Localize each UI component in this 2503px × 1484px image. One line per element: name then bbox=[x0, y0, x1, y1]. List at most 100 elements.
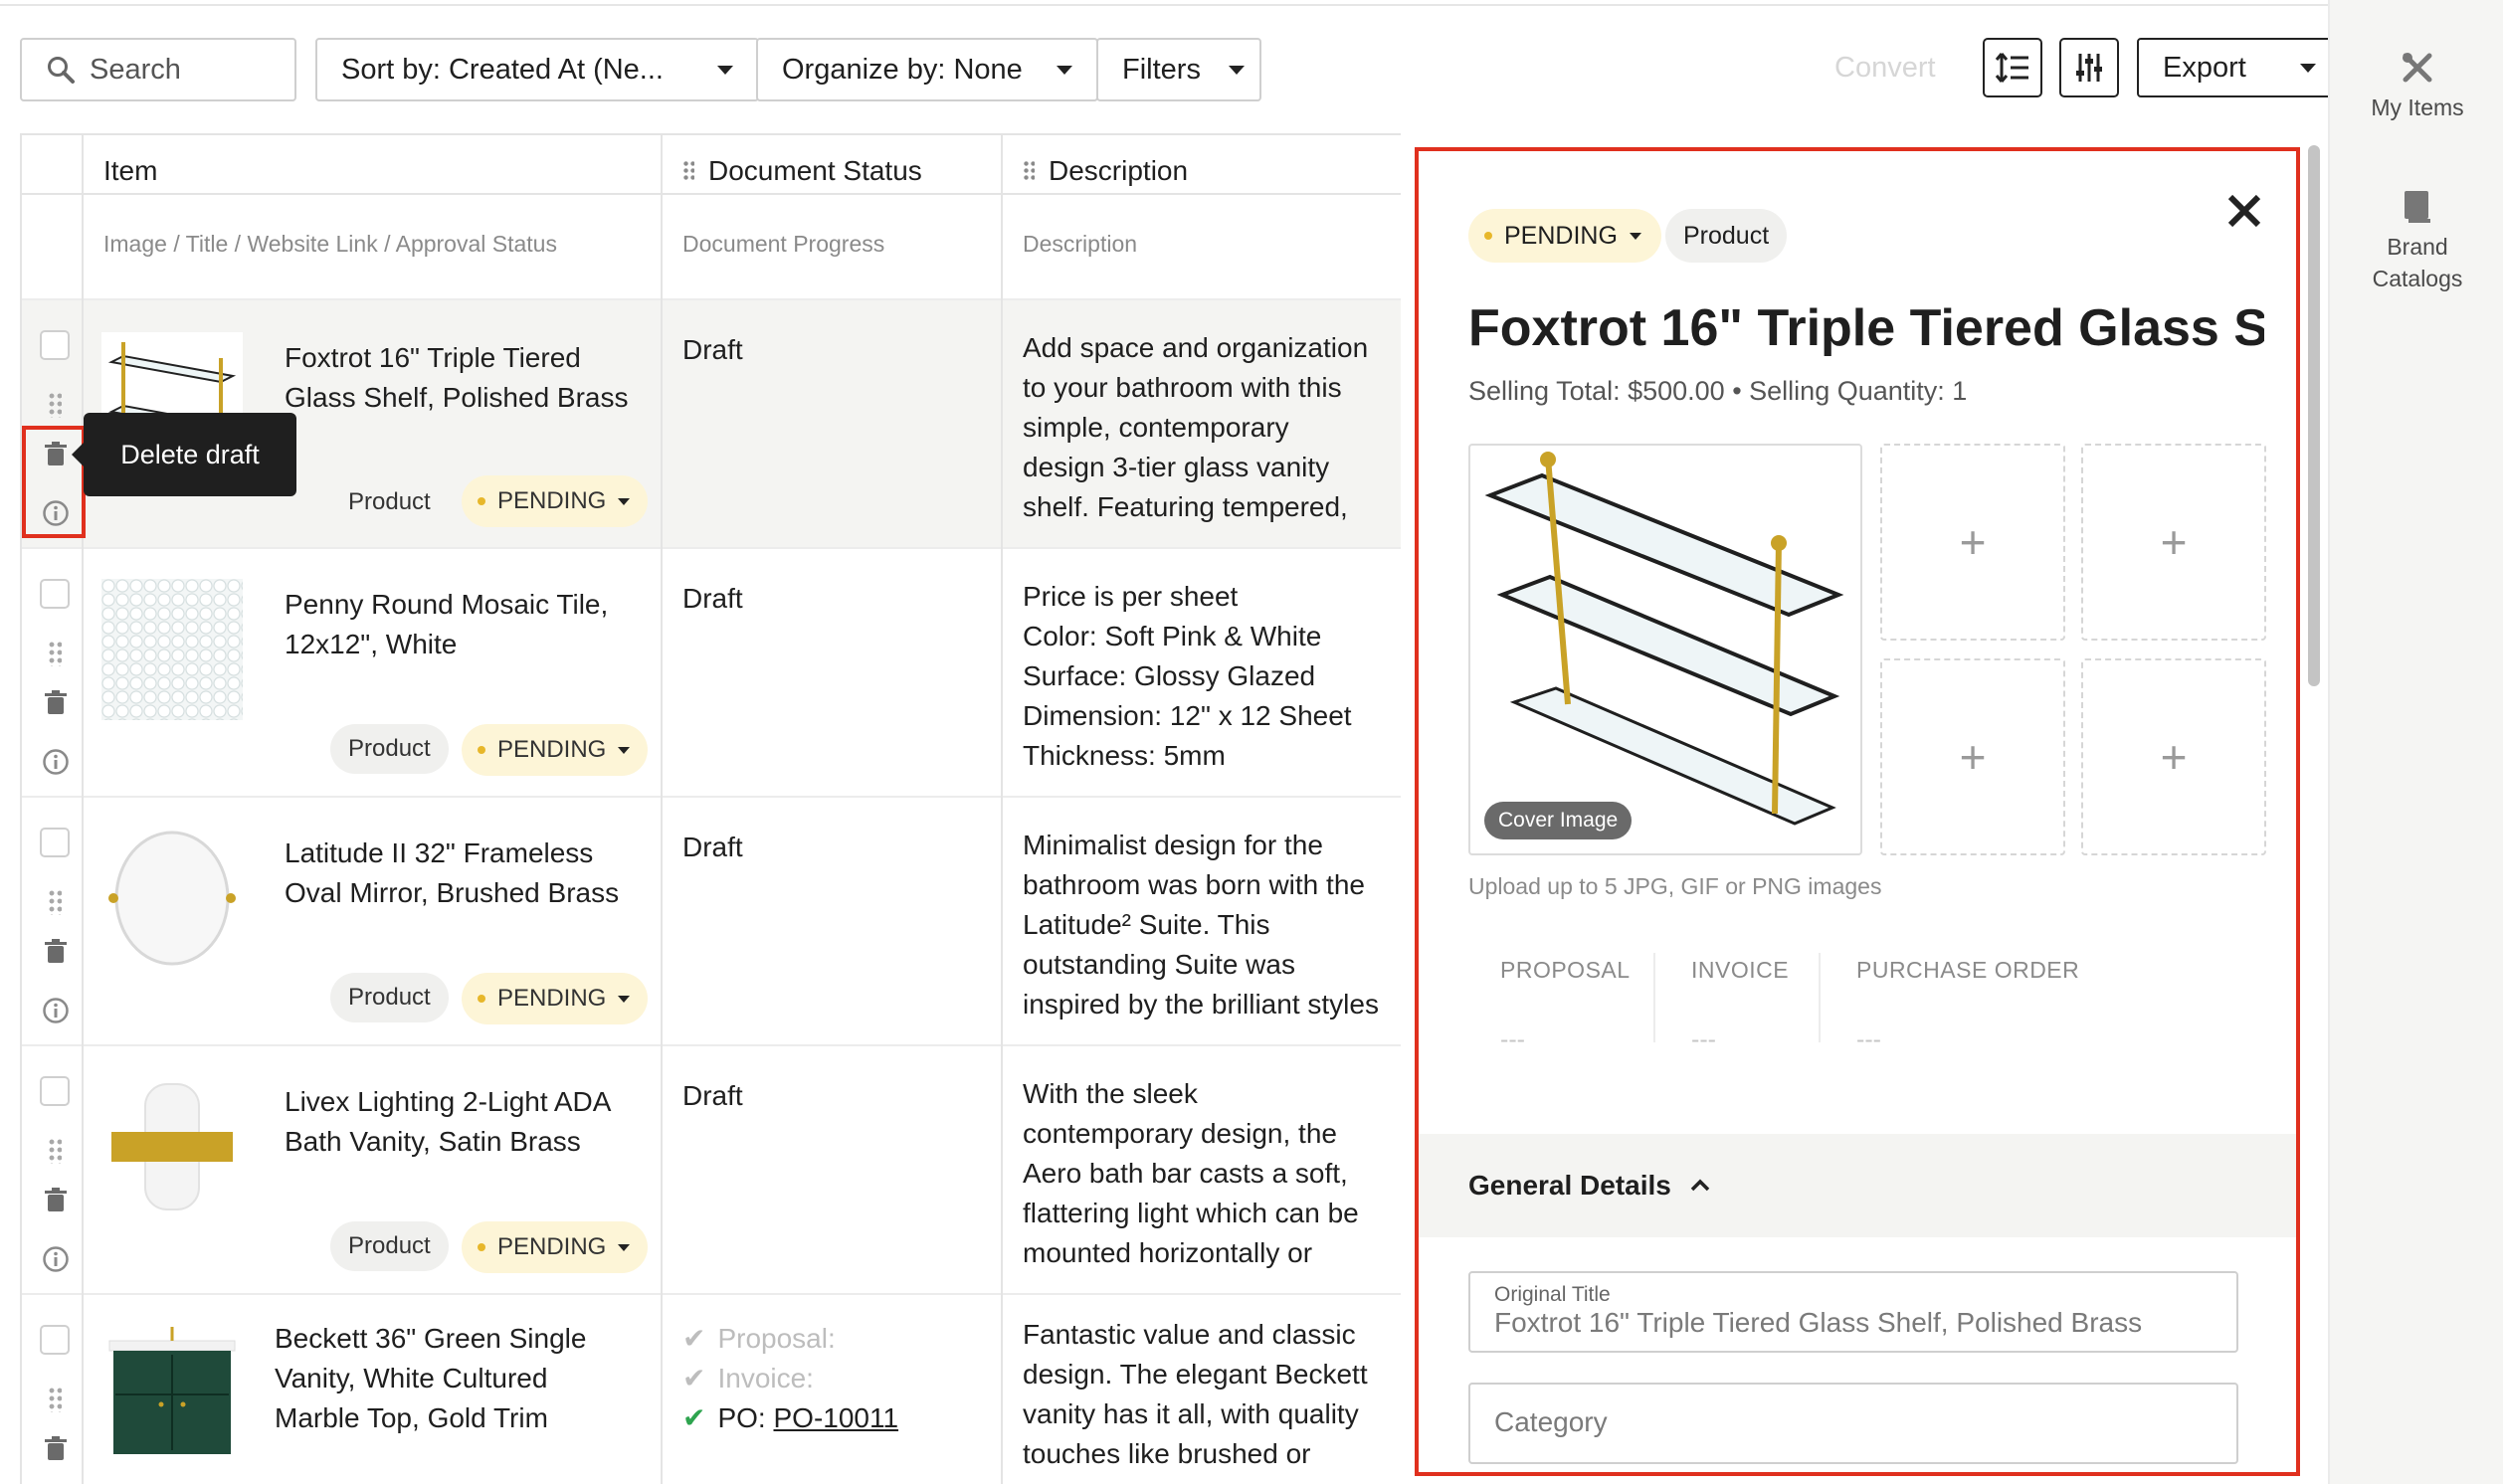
sort-dropdown[interactable]: Sort by: Created At (Ne... bbox=[315, 38, 759, 101]
status-label: PENDING bbox=[497, 487, 607, 514]
item-title[interactable]: Livex Lighting 2-Light ADA Bath Vanity, … bbox=[285, 1082, 643, 1162]
original-title-label: Original Title bbox=[1494, 1283, 1611, 1306]
item-thumbnail[interactable] bbox=[101, 828, 243, 969]
trash-icon[interactable] bbox=[42, 1186, 70, 1213]
plus-icon: + bbox=[2160, 516, 2188, 568]
header-item[interactable]: Item bbox=[103, 155, 157, 187]
item-thumbnail[interactable] bbox=[101, 1325, 243, 1466]
panel-type-badge: Product bbox=[1665, 209, 1788, 263]
progress-po-label: PO: bbox=[717, 1402, 766, 1433]
progress-invoice: ✔ Invoice: bbox=[682, 1359, 898, 1398]
drag-handle-icon[interactable] bbox=[1023, 160, 1035, 182]
search-placeholder: Search bbox=[90, 53, 181, 86]
document-status: Draft bbox=[682, 583, 743, 614]
row-checkbox[interactable] bbox=[40, 1325, 70, 1355]
add-image-slot[interactable]: + bbox=[1880, 444, 2065, 641]
category-placeholder: Category bbox=[1494, 1406, 1608, 1437]
row-checkbox[interactable] bbox=[40, 579, 70, 609]
item-title[interactable]: Penny Round Mosaic Tile, 12x12", White bbox=[285, 585, 643, 664]
header-description[interactable]: Description bbox=[1023, 155, 1188, 187]
column-divider bbox=[82, 133, 84, 1484]
item-title[interactable]: Foxtrot 16" Triple Tiered Glass Shelf, P… bbox=[285, 338, 643, 418]
panel-scrollbar[interactable] bbox=[2304, 139, 2324, 1482]
table-row[interactable]: Penny Round Mosaic Tile, 12x12", White P… bbox=[22, 547, 1401, 796]
item-title[interactable]: Beckett 36" Green Single Vanity, White C… bbox=[275, 1319, 633, 1438]
filters-dropdown[interactable]: Filters bbox=[1096, 38, 1261, 101]
panel-status-dropdown[interactable]: PENDING bbox=[1468, 209, 1661, 263]
table-row[interactable]: Livex Lighting 2-Light ADA Bath Vanity, … bbox=[22, 1044, 1401, 1293]
chevron-down-icon bbox=[1228, 65, 1245, 75]
drag-handle-icon[interactable] bbox=[48, 1387, 62, 1412]
chevron-down-icon bbox=[618, 995, 631, 1003]
status-label: PENDING bbox=[497, 1233, 607, 1260]
trash-icon[interactable] bbox=[42, 688, 70, 716]
trash-icon[interactable] bbox=[42, 1434, 70, 1462]
status-dropdown[interactable]: PENDING bbox=[462, 973, 649, 1024]
right-sidebar: My Items Brand Catalogs bbox=[2328, 0, 2503, 1484]
item-description: Add space and organization to your bathr… bbox=[1023, 332, 1369, 522]
table-row[interactable]: Beckett 36" Green Single Vanity, White C… bbox=[22, 1293, 1401, 1484]
doc-purchase-order: PURCHASE ORDER --- bbox=[1856, 957, 2079, 1054]
general-details-toggle[interactable]: General Details bbox=[1419, 1134, 2296, 1237]
type-badge: Product bbox=[348, 488, 431, 515]
category-field[interactable]: Category bbox=[1468, 1383, 2238, 1464]
subheader-description: Description bbox=[1023, 231, 1138, 257]
info-icon[interactable] bbox=[42, 748, 70, 776]
status-dropdown[interactable]: PENDING bbox=[462, 475, 649, 527]
item-thumbnail[interactable] bbox=[101, 1076, 243, 1217]
doc-proposal-label: PROPOSAL bbox=[1500, 957, 1631, 983]
export-dropdown[interactable]: Export bbox=[2137, 38, 2342, 97]
item-description: With the sleek contemporary design, the … bbox=[1023, 1078, 1359, 1268]
drag-handle-icon[interactable] bbox=[682, 160, 694, 182]
row-checkbox[interactable] bbox=[40, 330, 70, 360]
item-detail-panel: PENDING Product Foxtrot 16" Triple Tiere… bbox=[1415, 147, 2300, 1476]
sidebar-item-brand-catalogs[interactable]: Brand Catalogs bbox=[2330, 189, 2503, 294]
sidebar-item-my-items[interactable]: My Items bbox=[2330, 50, 2503, 123]
row-checkbox[interactable] bbox=[40, 828, 70, 857]
column-settings-button[interactable] bbox=[2059, 38, 2119, 97]
filters-label: Filters bbox=[1122, 53, 1201, 86]
trash-icon[interactable] bbox=[42, 937, 70, 965]
info-icon[interactable] bbox=[42, 997, 70, 1024]
item-thumbnail[interactable] bbox=[101, 579, 243, 720]
cover-image[interactable]: Cover Image bbox=[1468, 444, 1862, 855]
drag-handle-icon[interactable] bbox=[48, 1138, 62, 1164]
chevron-down-icon bbox=[618, 497, 631, 505]
add-image-slot[interactable]: + bbox=[2081, 444, 2266, 641]
status-dropdown[interactable]: PENDING bbox=[462, 724, 649, 776]
sidebar-item-label: Brand Catalogs bbox=[2372, 234, 2463, 291]
row-height-button[interactable] bbox=[1983, 38, 2042, 97]
search-input[interactable]: Search bbox=[20, 38, 296, 101]
table-row[interactable]: Latitude II 32" Frameless Oval Mirror, B… bbox=[22, 796, 1401, 1044]
doc-invoice-label: INVOICE bbox=[1691, 957, 1790, 983]
close-icon[interactable] bbox=[2224, 191, 2264, 231]
organize-dropdown[interactable]: Organize by: None bbox=[756, 38, 1098, 101]
status-dropdown[interactable]: PENDING bbox=[462, 1221, 649, 1273]
sort-label: Sort by: Created At (Ne... bbox=[341, 53, 664, 86]
row-checkbox[interactable] bbox=[40, 1076, 70, 1106]
items-table: Item Document Status Description Image /… bbox=[20, 133, 1401, 1484]
panel-selling-summary: Selling Total: $500.00 • Selling Quantit… bbox=[1468, 376, 1968, 406]
info-icon[interactable] bbox=[42, 1245, 70, 1273]
divider bbox=[1653, 953, 1655, 1042]
type-badge: Product bbox=[330, 1221, 449, 1271]
original-title-field[interactable]: Original Title Foxtrot 16" Triple Tiered… bbox=[1468, 1271, 2238, 1353]
header-document-status[interactable]: Document Status bbox=[682, 155, 922, 187]
sidebar-item-label: My Items bbox=[2371, 94, 2464, 120]
convert-button[interactable]: Convert bbox=[1834, 52, 1936, 85]
drag-handle-icon[interactable] bbox=[48, 889, 62, 915]
search-icon bbox=[48, 57, 75, 84]
add-image-slot[interactable]: + bbox=[1880, 658, 2065, 855]
po-link[interactable]: PO-10011 bbox=[773, 1398, 898, 1438]
drag-handle-icon[interactable] bbox=[48, 641, 62, 666]
drag-handle-icon[interactable] bbox=[48, 392, 62, 418]
plus-icon: + bbox=[2160, 731, 2188, 783]
column-divider bbox=[661, 133, 663, 1484]
status-dot bbox=[1484, 232, 1492, 240]
item-title[interactable]: Latitude II 32" Frameless Oval Mirror, B… bbox=[285, 834, 643, 913]
chevron-down-icon bbox=[1057, 65, 1072, 75]
progress-invoice-label: Invoice: bbox=[717, 1363, 814, 1393]
scrollbar-thumb[interactable] bbox=[2308, 145, 2320, 686]
status-dot bbox=[478, 746, 485, 754]
add-image-slot[interactable]: + bbox=[2081, 658, 2266, 855]
